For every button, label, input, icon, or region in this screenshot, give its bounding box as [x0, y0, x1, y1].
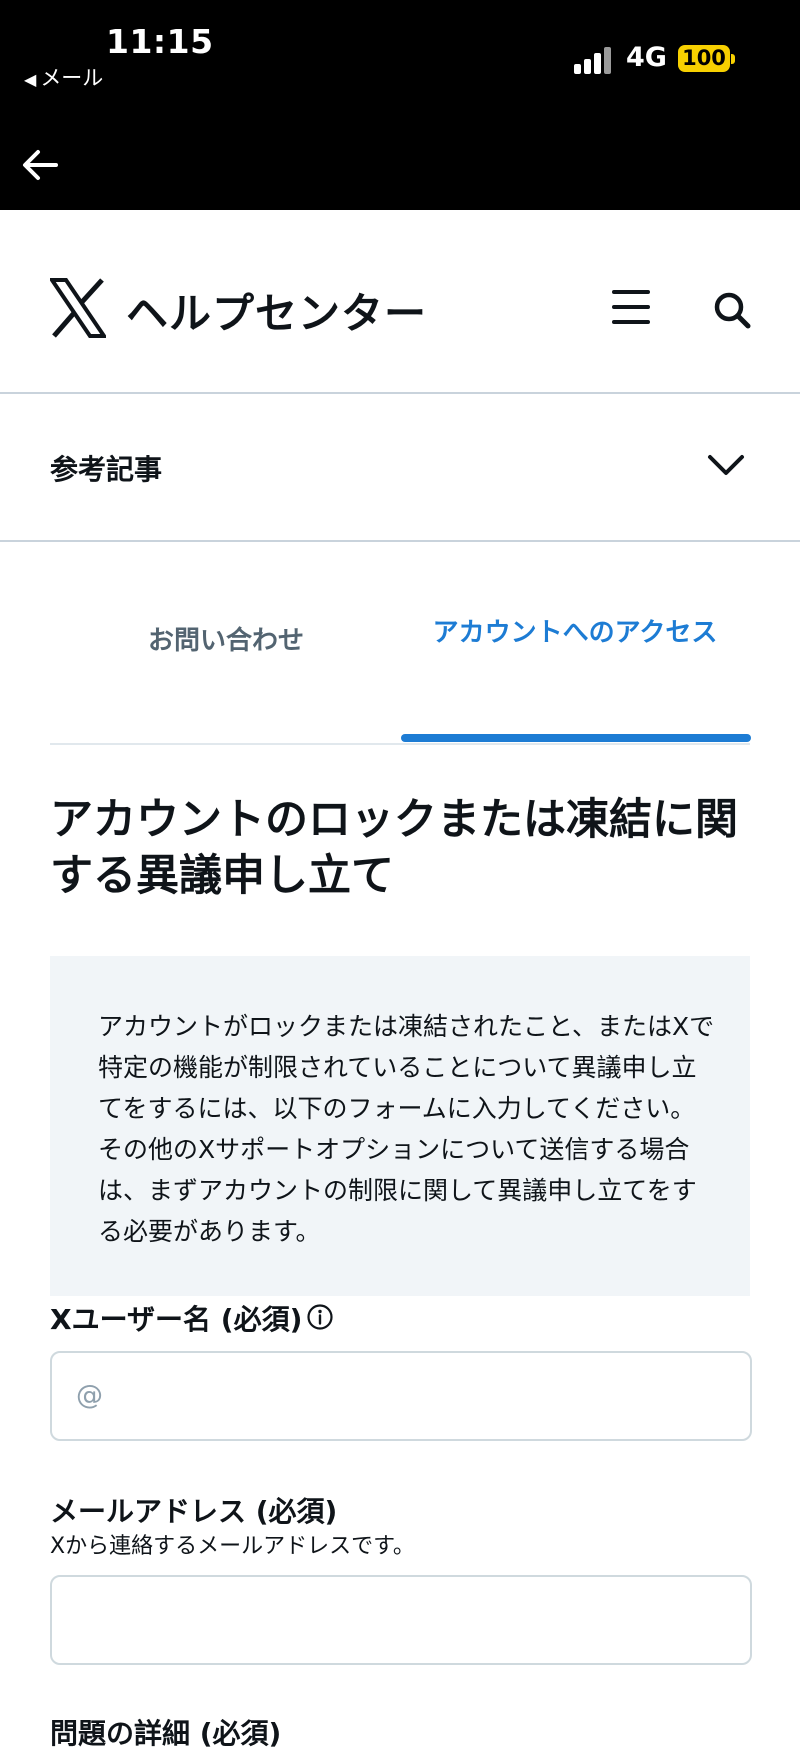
username-label: Xユーザー名 (必須)	[50, 1303, 303, 1336]
x-logo-icon[interactable]	[48, 278, 108, 338]
back-app-label: メール	[40, 66, 104, 90]
page-title: アカウントのロックまたは凍結に関する異議申し立て	[50, 795, 738, 901]
email-field[interactable]	[50, 1575, 752, 1665]
related-divider	[0, 540, 800, 542]
tab-active-indicator	[401, 734, 751, 742]
details-label: 問題の詳細 (必須)	[50, 1717, 282, 1750]
tab-underline-track	[50, 743, 750, 745]
email-label: メールアドレス (必須)	[50, 1495, 338, 1528]
related-articles-toggle[interactable]: 参考記事	[50, 448, 162, 488]
hamburger-menu-icon[interactable]	[612, 290, 650, 324]
status-time: 11:15	[106, 22, 214, 61]
signal-icon	[574, 44, 614, 74]
info-text: アカウントがロックまたは凍結されたこと、またはXで特定の機能が制限されていること…	[98, 1012, 715, 1246]
tab-account-access[interactable]: アカウントへのアクセス	[430, 608, 720, 658]
email-help-text: Xから連絡するメールアドレスです。	[50, 1534, 415, 1559]
back-triangle-icon: ◀	[24, 70, 37, 89]
chevron-down-icon[interactable]	[706, 450, 746, 480]
tab-contact[interactable]: お問い合わせ	[136, 620, 316, 657]
back-to-app-link[interactable]: ◀ メール	[24, 62, 103, 92]
search-icon[interactable]	[712, 290, 752, 330]
info-icon[interactable]	[306, 1303, 334, 1331]
battery-nub	[731, 54, 735, 64]
brand-title[interactable]: ヘルプセンター	[126, 280, 427, 341]
header-divider	[0, 392, 800, 394]
network-type: 4G	[626, 42, 667, 73]
username-placeholder: @	[76, 1380, 103, 1411]
battery-icon: 100	[678, 45, 730, 72]
back-arrow-icon[interactable]	[20, 145, 60, 185]
username-input[interactable]	[50, 1351, 752, 1441]
